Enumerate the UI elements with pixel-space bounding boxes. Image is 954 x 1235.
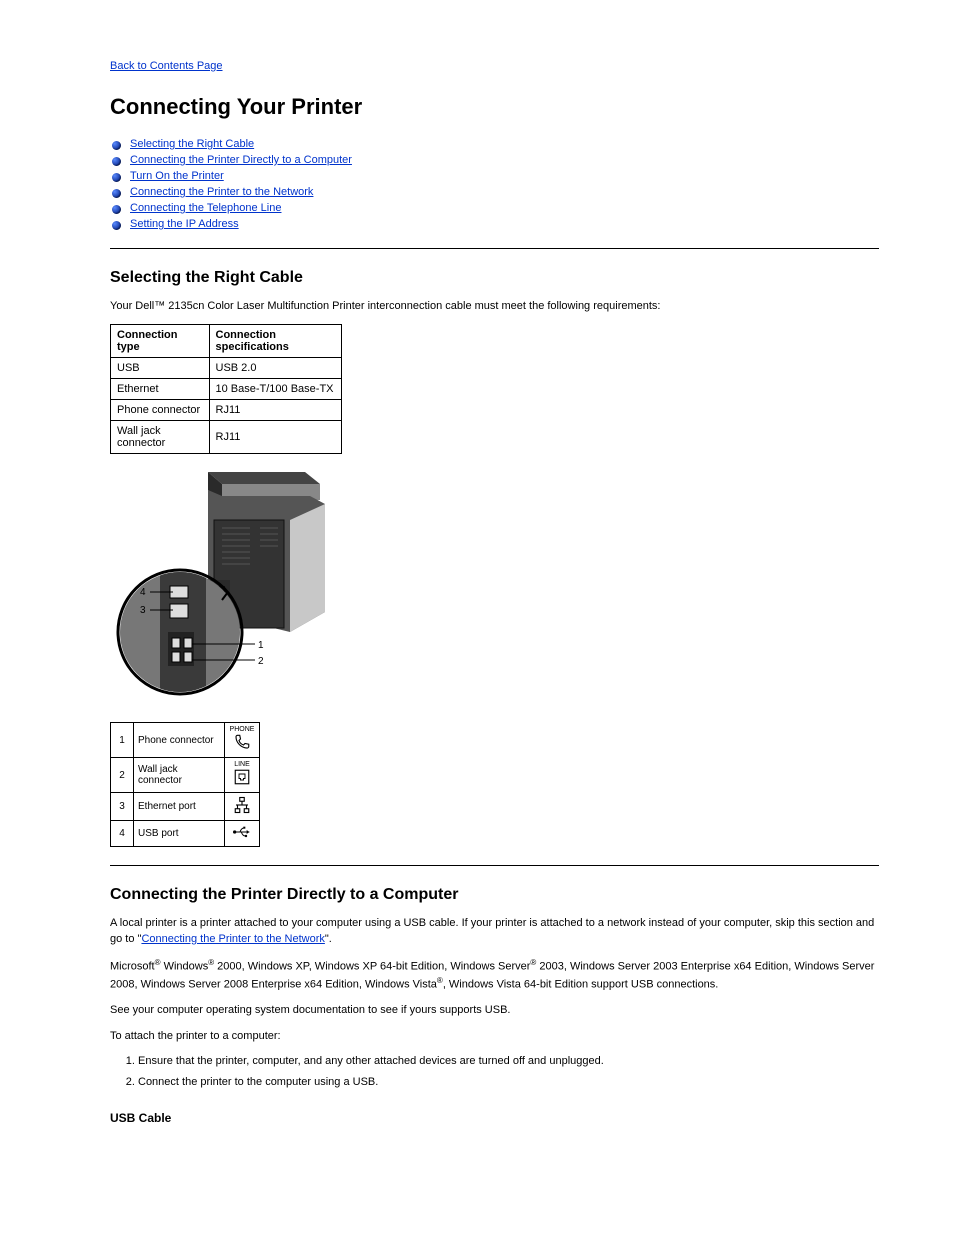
table-row: Wall jack connector RJ11 [111,421,342,454]
table-row: Phone connector RJ11 [111,400,342,421]
svg-text:4: 4 [140,587,146,598]
section-2-p1: A local printer is a printer attached to… [110,916,879,947]
toc-item-4[interactable]: Connecting the Printer to the Network [130,186,313,198]
divider [110,865,879,866]
steps-list: Ensure that the printer, computer, and a… [110,1054,879,1091]
phone-icon: PHONE [225,723,260,758]
printer-diagram: 4 3 1 2 [110,472,342,712]
table-row: USB USB 2.0 [111,358,342,379]
section-1-heading: Selecting the Right Cable [110,269,879,287]
section-1-intro: Your Dell™ 2135cn Color Laser Multifunct… [110,299,879,314]
requirements-table: Connection type Connection specification… [110,324,342,454]
table-row: 3 Ethernet port [111,793,260,821]
ports-table: 1 Phone connector PHONE 2 Wall jack conn… [110,722,260,847]
usb-cable-heading: USB Cable [110,1111,879,1125]
toc-item-2[interactable]: Connecting the Printer Directly to a Com… [130,154,352,166]
back-to-contents-link[interactable]: Back to Contents Page [110,60,223,72]
section-2-p4: To attach the printer to a computer: [110,1029,879,1044]
usb-icon [225,821,260,847]
section-2-heading: Connecting the Printer Directly to a Com… [110,886,879,904]
table-row: Ethernet 10 Base-T/100 Base-TX [111,379,342,400]
toc-item-1[interactable]: Selecting the Right Cable [130,138,254,150]
page-title: Connecting Your Printer [110,94,879,120]
svg-text:3: 3 [140,605,146,616]
svg-text:1: 1 [258,640,264,651]
section-2-p2: Microsoft® Windows® 2000, Windows XP, Wi… [110,957,879,993]
table-row: 1 Phone connector PHONE [111,723,260,758]
table-of-contents: Selecting the Right Cable Connecting the… [110,138,879,230]
table-row: 4 USB port [111,821,260,847]
divider [110,248,879,249]
wall-jack-icon: LINE [225,758,260,793]
section-2-p3: See your computer operating system docum… [110,1003,879,1018]
toc-item-6[interactable]: Setting the IP Address [130,218,239,230]
list-item: Connect the printer to the computer usin… [138,1075,879,1090]
table-header-spec: Connection specifications [209,325,342,358]
svg-text:2: 2 [258,656,264,667]
ethernet-icon [225,793,260,821]
list-item: Ensure that the printer, computer, and a… [138,1054,879,1069]
toc-item-5[interactable]: Connecting the Telephone Line [130,202,281,214]
network-section-link[interactable]: Connecting the Printer to the Network [141,933,324,945]
toc-item-3[interactable]: Turn On the Printer [130,170,224,182]
table-row: 2 Wall jack connector LINE [111,758,260,793]
table-header-type: Connection type [111,325,210,358]
